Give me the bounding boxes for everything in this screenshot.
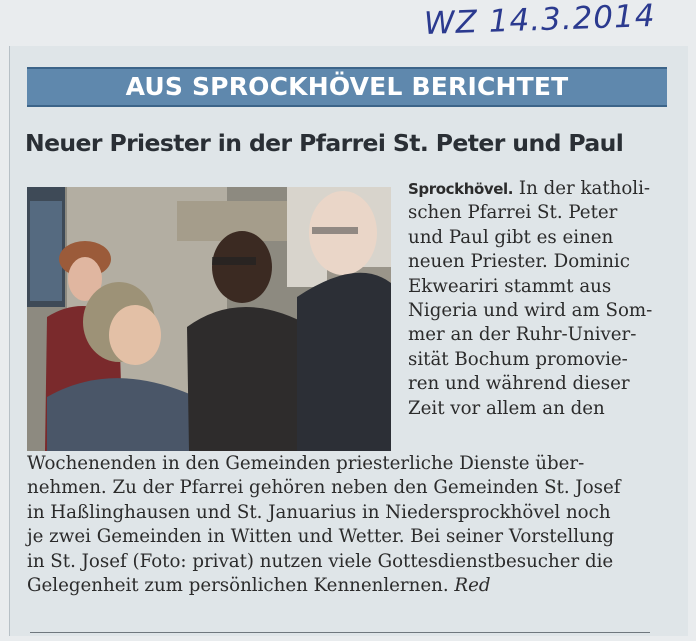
article-line: und Paul gibt es einen [408,226,614,248]
article-line: in St. Josef (Foto: privat) nutzen viele… [27,550,614,572]
article-line-text: In der katholi- [518,178,651,199]
article-line: in Haßlinghausen und St. Januarius in Ni… [27,501,611,523]
article-line: ren und während dieser [408,373,630,395]
article-author: Red [454,575,491,597]
newspaper-clipping: AUS SPROCKHÖVEL BERICHTET Neuer Priester… [9,46,688,636]
article-line: Ekweariri stammt aus [408,275,612,297]
article-line: schen Pfarrei St. Peter [408,202,618,224]
article-headline: Neuer Priester in der Pfarrei St. Peter … [25,129,624,157]
section-banner: AUS SPROCKHÖVEL BERICHTET [27,67,667,107]
article-text-full-width: Wochenenden in den Gemeinden priesterlic… [27,452,677,598]
article-line: Nigeria und wird am Som- [408,300,653,322]
article-dateline: Sprockhövel. [408,180,514,198]
article-line: Wochenenden in den Gemeinden priesterlic… [27,453,585,474]
handwritten-date-note: WZ 14.3.2014 [423,0,657,43]
article-line: Zeit vor allem an den [408,397,605,419]
article-line: je zwei Gemeinden in Witten und Wetter. … [27,526,615,548]
article-line-last: Gelegenheit zum persönlichen Kennenlerne… [27,574,677,598]
bottom-divider [30,632,650,633]
photo-illustration [27,187,391,451]
article-line-1: Sprockhövel. In der katholi- [408,177,670,201]
article-line: neuen Priester. Dominic [408,251,630,273]
article-line-text: Gelegenheit zum persönlichen Kennenlerne… [27,575,449,597]
article-line: mer an der Ruhr-Univer- [408,324,637,346]
article-text-column: Sprockhövel. In der katholi- schen Pfarr… [408,177,670,421]
article-line: sität Bochum promovie- [408,348,628,370]
article-photo [27,187,391,451]
article-line: nehmen. Zu der Pfarrei gehören neben den… [27,477,621,499]
